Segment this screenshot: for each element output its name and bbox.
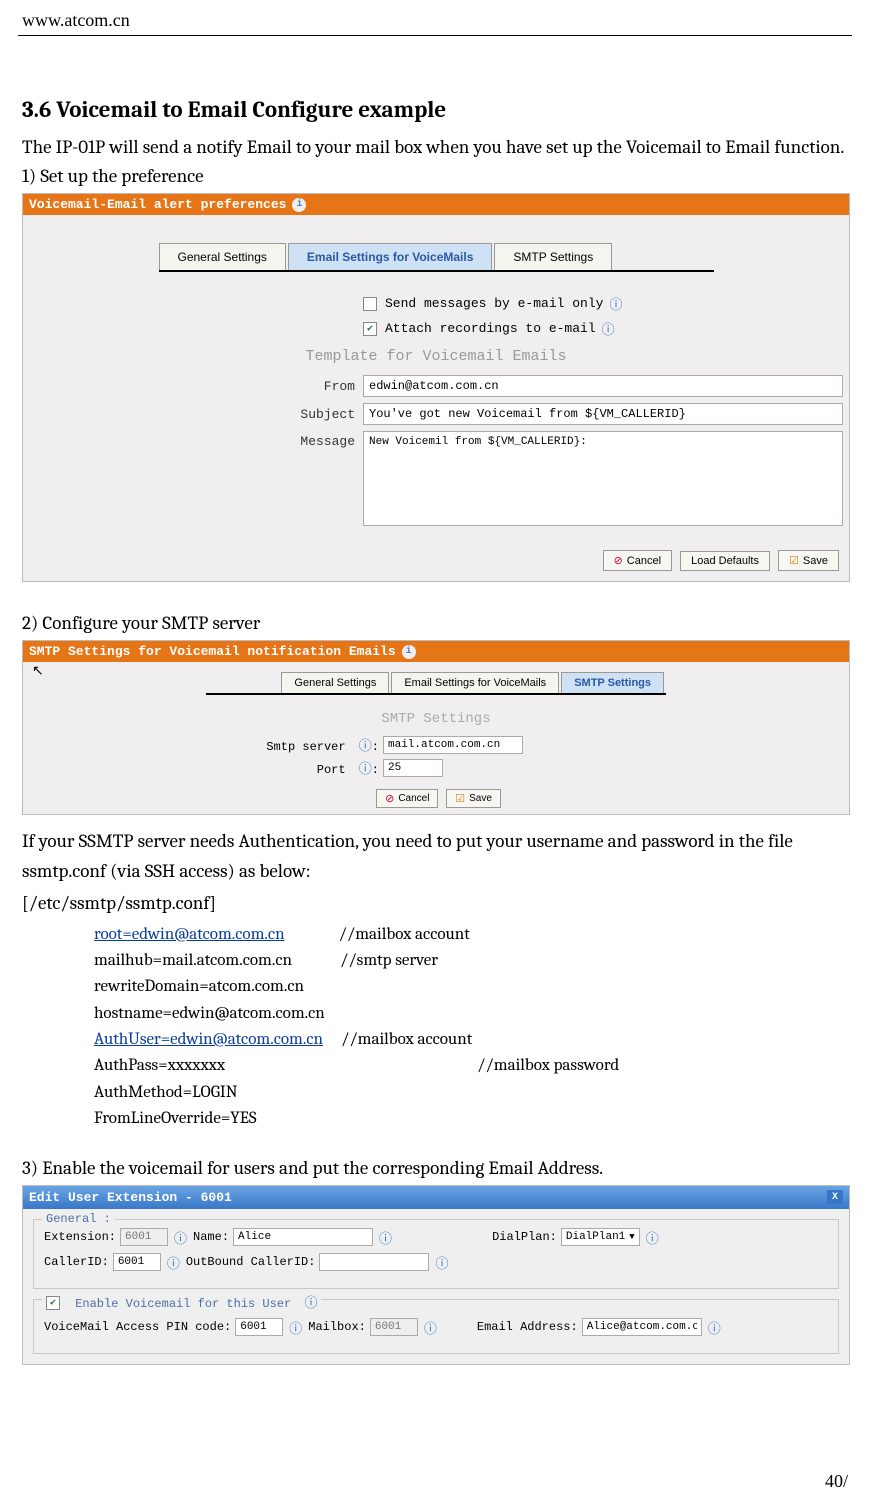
port-input[interactable]: [383, 759, 443, 777]
subject-label: Subject: [23, 407, 363, 422]
info-icon[interactable]: ⓘ: [359, 761, 372, 776]
save-button[interactable]: ☑Save: [778, 550, 839, 571]
callerid-label: CallerID:: [44, 1255, 109, 1269]
smtp-server-label: Smtp server: [266, 740, 345, 754]
smtp-subtitle: SMTP Settings: [23, 711, 849, 727]
subject-input[interactable]: [363, 403, 843, 425]
info-icon[interactable]: ⓘ: [708, 1318, 721, 1337]
email-address-input[interactable]: [582, 1318, 702, 1336]
header-divider: [18, 35, 852, 36]
section-title: 3.6 Voicemail to Email Configure example: [22, 96, 848, 123]
step-1: 1) Set up the preference: [22, 165, 848, 187]
conf-path: [/etc/ssmtp/ssmtp.conf]: [22, 889, 848, 918]
outbound-callerid-input[interactable]: [319, 1253, 429, 1271]
enable-voicemail-checkbox[interactable]: ✔: [46, 1296, 60, 1310]
port-label: Port: [317, 763, 346, 777]
info-icon[interactable]: ⓘ: [174, 1228, 187, 1247]
dialplan-select[interactable]: DialPlan1▼: [561, 1228, 640, 1246]
smtp-server-input[interactable]: [383, 736, 523, 754]
header-url: www.atcom.cn: [0, 0, 870, 35]
name-input[interactable]: [233, 1228, 373, 1246]
template-title: Template for Voicemail Emails: [23, 348, 849, 365]
extension-label: Extension:: [44, 1230, 116, 1244]
info-icon[interactable]: ⓘ: [304, 1295, 317, 1310]
info-icon[interactable]: ⓘ: [602, 319, 615, 338]
info-icon: i: [292, 198, 306, 212]
tab-email-settings[interactable]: Email Settings for VoiceMails: [391, 672, 559, 693]
extension-input: [120, 1228, 168, 1246]
outbound-callerid-label: OutBound CallerID:: [186, 1255, 316, 1269]
name-label: Name:: [193, 1230, 229, 1244]
message-label: Message: [23, 431, 363, 449]
conf-authpass: AuthPass=xxxxxxx: [94, 1056, 225, 1075]
voicemail-email-panel: Voicemail-Email alert preferences i Gene…: [22, 193, 850, 582]
general-legend: General :: [42, 1212, 115, 1226]
panel1-titlebar: Voicemail-Email alert preferences i: [23, 194, 849, 215]
voicemail-fieldset: ✔ Enable Voicemail for this User ⓘ Voice…: [33, 1299, 839, 1354]
enable-voicemail-label: Enable Voicemail for this User: [75, 1297, 291, 1311]
info-icon[interactable]: ⓘ: [646, 1228, 659, 1247]
pin-label: VoiceMail Access PIN code:: [44, 1320, 231, 1334]
email-address-label: Email Address:: [477, 1320, 578, 1334]
general-fieldset: General : Extension: ⓘ Name: ⓘ DialPlan:…: [33, 1219, 839, 1289]
cancel-icon: ⊘: [385, 792, 394, 805]
save-button[interactable]: ☑Save: [446, 789, 501, 808]
step-2: 2) Configure your SMTP server: [22, 612, 848, 634]
tab-email-settings[interactable]: Email Settings for VoiceMails: [288, 243, 493, 270]
send-email-only-checkbox[interactable]: [363, 297, 377, 311]
tab-general-settings[interactable]: General Settings: [281, 672, 389, 693]
from-input[interactable]: [363, 375, 843, 397]
close-icon[interactable]: X: [827, 1190, 843, 1204]
cancel-icon: ⊘: [614, 554, 623, 567]
load-defaults-button[interactable]: Load Defaults: [680, 551, 770, 571]
conf-comment: //mailbox account: [339, 922, 470, 948]
intro-text: The IP-01P will send a notify Email to y…: [22, 133, 848, 162]
tab-general-settings[interactable]: General Settings: [159, 243, 286, 270]
mailbox-input: [370, 1318, 418, 1336]
conf-rewrite: rewriteDomain=atcom.com.cn: [22, 974, 848, 1000]
page-number: 40/: [825, 1471, 848, 1492]
attach-recordings-label: Attach recordings to e-mail: [385, 321, 596, 336]
edit-user-extension-panel: Edit User Extension - 6001 X General : E…: [22, 1185, 850, 1365]
dialplan-label: DialPlan:: [492, 1230, 557, 1244]
cancel-button[interactable]: ⊘Cancel: [376, 789, 438, 808]
mailbox-label: Mailbox:: [308, 1320, 366, 1334]
callerid-input[interactable]: [113, 1253, 161, 1271]
chevron-down-icon: ▼: [629, 1232, 634, 1242]
panel3-titlebar: Edit User Extension - 6001 X: [23, 1186, 849, 1209]
conf-comment: //mailbox password: [477, 1053, 619, 1079]
info-icon[interactable]: ⓘ: [435, 1253, 448, 1272]
info-icon[interactable]: ⓘ: [289, 1318, 302, 1337]
from-label: From: [23, 379, 363, 394]
conf-fromline: FromLineOverride=YES: [22, 1106, 848, 1132]
attach-recordings-checkbox[interactable]: ✔: [363, 322, 377, 336]
save-icon: ☑: [455, 792, 465, 805]
conf-hostname: hostname=edwin@atcom.com.cn: [22, 1001, 848, 1027]
conf-authmethod: AuthMethod=LOGIN: [22, 1080, 848, 1106]
conf-comment: //mailbox account: [341, 1027, 472, 1053]
conf-comment: //smtp server: [340, 948, 438, 974]
conf-mailhub: mailhub=mail.atcom.com.cn: [94, 951, 292, 970]
info-icon[interactable]: ⓘ: [167, 1253, 180, 1272]
panel2-titlebar: SMTP Settings for Voicemail notification…: [23, 641, 849, 662]
conf-root[interactable]: root=edwin@atcom.com.cn: [94, 925, 285, 944]
save-icon: ☑: [789, 554, 799, 567]
cursor-icon: ↖: [32, 662, 44, 679]
info-icon[interactable]: ⓘ: [424, 1318, 437, 1337]
info-icon[interactable]: ⓘ: [609, 294, 622, 313]
cancel-button[interactable]: ⊘Cancel: [603, 550, 672, 571]
info-icon: i: [402, 645, 416, 659]
tab-smtp-settings[interactable]: SMTP Settings: [561, 672, 664, 693]
auth-text: If your SSMTP server needs Authenticatio…: [22, 827, 848, 886]
info-icon[interactable]: ⓘ: [359, 738, 372, 753]
step-3: 3) Enable the voicemail for users and pu…: [22, 1157, 848, 1179]
pin-input[interactable]: [235, 1318, 283, 1336]
tab-smtp-settings[interactable]: SMTP Settings: [494, 243, 612, 270]
conf-authuser[interactable]: AuthUser=edwin@atcom.com.cn: [94, 1030, 323, 1049]
smtp-settings-panel: SMTP Settings for Voicemail notification…: [22, 640, 850, 815]
info-icon[interactable]: ⓘ: [379, 1228, 392, 1247]
message-textarea[interactable]: New Voicemil from ${VM_CALLERID}:: [363, 431, 843, 526]
send-email-only-label: Send messages by e-mail only: [385, 296, 603, 311]
